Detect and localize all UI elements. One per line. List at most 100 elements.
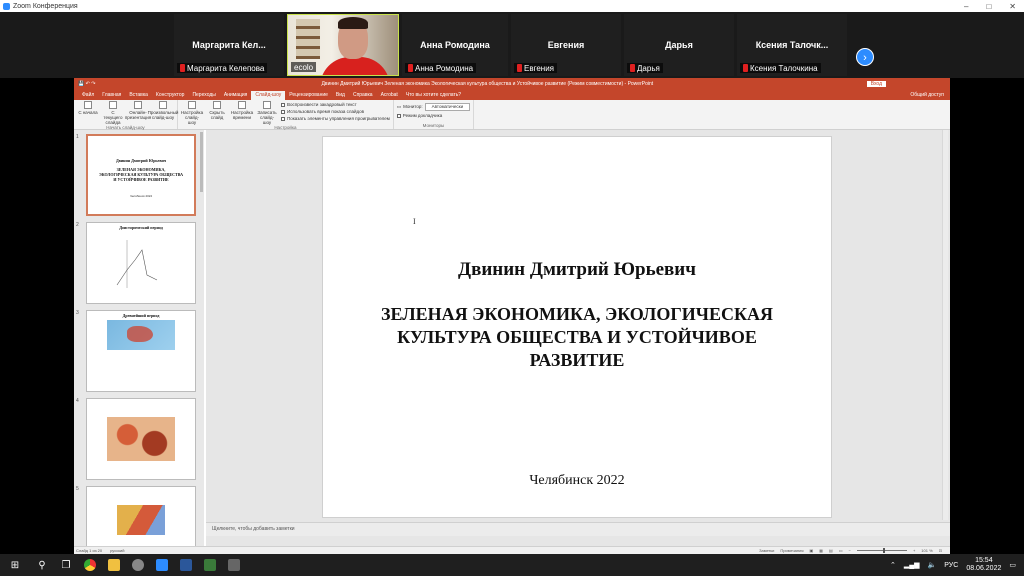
- notes-pane[interactable]: Щелкните, чтобы добавить заметки: [206, 522, 950, 536]
- tab-transitions[interactable]: Переходы: [188, 91, 219, 100]
- explorer-taskbar-button[interactable]: [102, 554, 126, 576]
- tab-animations[interactable]: Анимация: [220, 91, 251, 100]
- quick-access-toolbar[interactable]: 💾 ↶ ↷: [78, 81, 108, 87]
- setup-group: Настройка слайд-шоу Скрыть слайд Настрой…: [178, 100, 394, 130]
- current-slide[interactable]: I Двинин Дмитрий Юрьевич ЗЕЛЕНАЯ ЭКОНОМИ…: [322, 136, 832, 518]
- maximize-icon[interactable]: □: [986, 2, 991, 11]
- zoom-app-icon: [3, 2, 10, 10]
- zoom-icon: [156, 559, 168, 571]
- tab-review[interactable]: Рецензирование: [285, 91, 332, 100]
- settings-icon: [188, 101, 196, 109]
- present-online-button[interactable]: Онлайн-презентация: [125, 101, 151, 125]
- rehearse-timings-button[interactable]: Настройка времени: [231, 101, 253, 125]
- muted-mic-icon: [630, 64, 635, 72]
- volume-icon[interactable]: 🔈: [928, 561, 937, 569]
- powerpoint-title-bar: 💾 ↶ ↷ Двинин Дмитрий Юрьевич Зеленая эко…: [74, 78, 950, 89]
- normal-view-icon[interactable]: ▣: [809, 548, 813, 553]
- zoom-out-icon[interactable]: −: [849, 548, 851, 553]
- bookshelf-image: [296, 19, 320, 59]
- slide-author: Двинин Дмитрий Юрьевич: [458, 259, 696, 280]
- slide-thumbnail[interactable]: 2 Доисторический период: [76, 222, 198, 306]
- cave-painting-image: [107, 417, 175, 461]
- tab-insert[interactable]: Вставка: [125, 91, 152, 100]
- tab-design[interactable]: Конструктор: [152, 91, 189, 100]
- document-title: Двинин Дмитрий Юрьевич Зеленая экономика…: [321, 80, 654, 87]
- share-button[interactable]: Общий доступ: [910, 91, 950, 100]
- zoom-level[interactable]: 101 %: [921, 548, 932, 553]
- from-current-slide-button[interactable]: С текущего слайда: [102, 101, 124, 125]
- windows-start-button[interactable]: ⊞: [0, 554, 30, 576]
- zoom-slider[interactable]: [856, 548, 907, 553]
- from-beginning-button[interactable]: С начала: [77, 101, 99, 125]
- chrome-taskbar-button[interactable]: [78, 554, 102, 576]
- slideshow-view-icon[interactable]: ▭: [839, 548, 843, 553]
- minimize-icon[interactable]: –: [964, 2, 968, 11]
- tab-slide-show[interactable]: Слайд-шоу: [251, 91, 286, 100]
- muted-mic-icon: [517, 64, 522, 72]
- tab-acrobat[interactable]: Acrobat: [377, 91, 402, 100]
- play-icon: [84, 101, 92, 109]
- participant-tag: Ксения Талочкина: [740, 63, 821, 73]
- custom-slideshow-button[interactable]: Произвольный слайд-шоу: [148, 101, 178, 125]
- europe-map-image: [117, 505, 165, 535]
- slide-vertical-scrollbar[interactable]: [942, 130, 948, 520]
- monitor-select[interactable]: ▭ Монитор: Автоматически: [397, 103, 471, 111]
- play-icon: [109, 101, 117, 109]
- participant-tile[interactable]: Евгения Евгения: [511, 14, 621, 76]
- hide-slide-button[interactable]: Скрыть слайд: [206, 101, 228, 125]
- slide-thumbnail[interactable]: 5: [76, 486, 198, 546]
- search-button[interactable]: ⚲: [30, 554, 54, 576]
- fit-slide-icon[interactable]: ⊡: [939, 548, 942, 553]
- sorter-view-icon[interactable]: ▦: [819, 548, 823, 553]
- thumbnail-scrollbar[interactable]: [200, 132, 203, 192]
- clock[interactable]: 15:54 08.06.2022: [966, 557, 1001, 573]
- participant-tile[interactable]: Дарья Дарья: [624, 14, 734, 76]
- tab-home[interactable]: Главная: [98, 91, 125, 100]
- participant-tile[interactable]: Маргарита Кел... Маргарита Келепова: [174, 14, 284, 76]
- play-narrations-checkbox[interactable]: Воспроизвести закадровый текст: [281, 102, 390, 108]
- participant-name: Анна Ромодина: [420, 40, 490, 50]
- presenter-view-checkbox[interactable]: Режим докладчика: [396, 113, 470, 119]
- tab-view[interactable]: Вид: [332, 91, 349, 100]
- text-cursor-icon: I: [413, 217, 416, 226]
- show-media-controls-checkbox[interactable]: Показать элементы управления проигрывате…: [281, 116, 390, 122]
- next-page-button[interactable]: ›: [856, 48, 874, 66]
- setup-slideshow-button[interactable]: Настройка слайд-шоу: [181, 101, 203, 125]
- network-icon[interactable]: ▂▄▆: [904, 561, 920, 569]
- language-indicator: русский: [110, 548, 125, 553]
- sign-in-button[interactable]: Вход: [866, 80, 886, 87]
- reading-view-icon[interactable]: ▤: [829, 548, 833, 553]
- zoom-taskbar-button[interactable]: [150, 554, 174, 576]
- share-taskbar-button[interactable]: [222, 554, 246, 576]
- globe-icon: [134, 101, 142, 109]
- slide-thumbnail-pane: 1 Двинин Дмитрий Юрьевич ЗЕЛЕНАЯ ЭКОНОМИ…: [74, 130, 204, 546]
- record-slideshow-button[interactable]: Записать слайд-шоу: [256, 101, 278, 125]
- notifications-icon[interactable]: ▭: [1009, 561, 1016, 569]
- monitors-group: ▭ Монитор: Автоматически Режим докладчика …: [394, 100, 475, 129]
- slide-thumbnail[interactable]: 1 Двинин Дмитрий Юрьевич ЗЕЛЕНАЯ ЭКОНОМИ…: [76, 134, 198, 218]
- zoom-in-icon[interactable]: +: [913, 548, 915, 553]
- chevron-up-icon[interactable]: ⌃: [890, 561, 896, 569]
- security-taskbar-button[interactable]: [198, 554, 222, 576]
- close-icon[interactable]: ✕: [1009, 2, 1016, 11]
- word-taskbar-button[interactable]: [174, 554, 198, 576]
- zoom-title-bar: Zoom Конференция – □ ✕: [0, 0, 1024, 12]
- active-speaker-video[interactable]: ecolo: [287, 14, 399, 76]
- use-timings-checkbox[interactable]: Использовать время показа слайдов: [281, 109, 390, 115]
- tab-file[interactable]: Файл: [78, 91, 98, 100]
- participant-tile[interactable]: Анна Ромодина Анна Ромодина: [402, 14, 508, 76]
- slide-thumbnail[interactable]: 4: [76, 398, 198, 482]
- tell-me-search[interactable]: Что вы хотите сделать?: [402, 91, 465, 100]
- slide-city-year: Челябинск 2022: [529, 473, 625, 488]
- slide-thumbnail[interactable]: 3 Древнейший период: [76, 310, 198, 394]
- participant-tile[interactable]: Ксения Талочк... Ксения Талочкина: [737, 14, 847, 76]
- participant-tag: ecolo: [291, 62, 317, 72]
- app-taskbar-button[interactable]: [126, 554, 150, 576]
- notes-button[interactable]: Заметки: [759, 548, 774, 553]
- comments-button[interactable]: Примечания: [780, 548, 803, 553]
- language-indicator[interactable]: РУС: [944, 562, 958, 569]
- tab-help[interactable]: Справка: [349, 91, 377, 100]
- slide-counter: Слайд 1 из 20: [76, 548, 103, 553]
- folder-icon: [108, 559, 120, 571]
- task-view-button[interactable]: ❐: [54, 554, 78, 576]
